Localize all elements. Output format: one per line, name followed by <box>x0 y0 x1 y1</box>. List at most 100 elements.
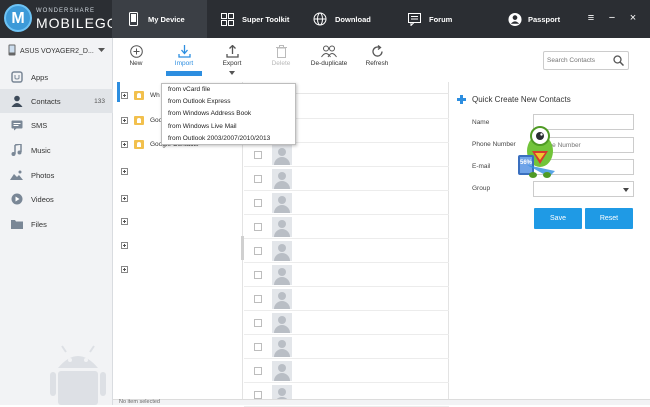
table-row[interactable] <box>244 335 449 359</box>
deduplicate-label: De-duplicate <box>310 60 348 67</box>
row-checkbox[interactable] <box>254 199 262 207</box>
table-row[interactable] <box>244 239 449 263</box>
logo-mark: M <box>4 4 32 32</box>
tab-download[interactable]: Download <box>313 0 383 38</box>
reset-button[interactable]: Reset <box>585 208 633 229</box>
group-row-collapsed[interactable] <box>121 238 128 252</box>
tab-my-device[interactable]: My Device <box>112 0 207 38</box>
export-label: Export <box>222 60 242 67</box>
expand-icon[interactable] <box>121 217 128 225</box>
sidebar-item-videos[interactable]: Videos <box>0 187 113 211</box>
row-checkbox[interactable] <box>254 391 262 399</box>
refresh-icon <box>357 42 397 60</box>
group-row-collapsed[interactable] <box>121 262 128 276</box>
delete-button[interactable]: Delete <box>261 42 301 67</box>
contact-avatar-icon <box>272 337 292 357</box>
row-checkbox[interactable] <box>254 247 262 255</box>
table-row[interactable] <box>244 263 449 287</box>
group-row[interactable]: Goo <box>121 113 162 127</box>
tab-label: Super Toolkit <box>242 14 290 24</box>
expand-icon[interactable] <box>121 241 128 249</box>
group-select[interactable] <box>533 181 634 197</box>
chevron-down-icon <box>97 47 105 55</box>
tab-super-toolkit[interactable]: Super Toolkit <box>220 0 305 38</box>
menu-item-windows-live-mail[interactable]: from Windows Live Mail <box>168 121 237 133</box>
row-checkbox[interactable] <box>254 175 262 183</box>
menu-item-outlook-2003-2013[interactable]: from Outlook 2003/2007/2010/2013 <box>168 133 270 145</box>
close-icon[interactable]: × <box>626 11 640 25</box>
tab-forum[interactable]: Forum <box>407 0 467 38</box>
group-row-collapsed[interactable] <box>121 164 128 178</box>
table-row[interactable] <box>244 215 449 239</box>
expand-icon[interactable] <box>121 265 128 273</box>
deduplicate-icon <box>307 42 351 60</box>
row-checkbox[interactable] <box>254 271 262 279</box>
sidebar-item-contacts[interactable]: Contacts 133 <box>0 89 113 113</box>
row-checkbox[interactable] <box>254 319 262 327</box>
add-icon <box>457 95 466 104</box>
sidebar-item-photos[interactable]: Photos <box>0 163 113 187</box>
deduplicate-button[interactable]: De-duplicate <box>307 42 351 67</box>
import-selected-indicator <box>166 71 202 76</box>
videos-icon <box>10 193 23 206</box>
menu-item-windows-address-book[interactable]: from Windows Address Book <box>168 108 251 120</box>
sidebar-item-apps[interactable]: Apps <box>0 65 113 89</box>
expand-icon[interactable] <box>121 140 128 148</box>
device-name: ASUS VOYAGER2_D... <box>20 47 94 55</box>
import-button[interactable]: Import <box>164 42 204 67</box>
globe-icon <box>313 12 327 26</box>
logo-product: MOBILEGO <box>36 15 119 31</box>
group-row-collapsed[interactable] <box>121 191 128 205</box>
search-icon[interactable] <box>613 55 625 67</box>
row-checkbox[interactable] <box>254 367 262 375</box>
table-row[interactable] <box>244 311 449 335</box>
expand-icon[interactable] <box>121 194 128 202</box>
table-row[interactable] <box>244 143 449 167</box>
row-checkbox[interactable] <box>254 343 262 351</box>
row-checkbox[interactable] <box>254 151 262 159</box>
forum-icon <box>407 12 421 26</box>
table-row[interactable] <box>244 287 449 311</box>
passport-button[interactable]: Passport <box>508 0 568 38</box>
sidebar-item-sms[interactable]: SMS <box>0 113 113 137</box>
export-dropdown-caret-icon[interactable] <box>229 71 235 75</box>
refresh-label: Refresh <box>365 60 389 67</box>
contact-avatar-icon <box>272 265 292 285</box>
menu-item-outlook-express[interactable]: from Outlook Express <box>168 96 231 108</box>
export-button[interactable]: Export <box>212 42 252 67</box>
contact-avatar-icon <box>272 217 292 237</box>
refresh-button[interactable]: Refresh <box>357 42 397 67</box>
menu-icon[interactable]: ≡ <box>584 11 598 25</box>
expand-icon[interactable] <box>121 167 128 175</box>
sidebar-item-music[interactable]: Music <box>0 138 113 162</box>
table-row[interactable] <box>244 359 449 383</box>
sidebar-item-label: Videos <box>31 194 54 204</box>
mascot-badge: 56% <box>520 160 533 166</box>
row-checkbox[interactable] <box>254 295 262 303</box>
android-watermark-icon <box>50 345 106 405</box>
new-button[interactable]: New <box>116 42 156 67</box>
row-checkbox[interactable] <box>254 223 262 231</box>
sidebar-item-label: Contacts <box>31 96 61 106</box>
save-button[interactable]: Save <box>534 208 582 229</box>
trash-icon <box>261 42 301 60</box>
group-row[interactable]: Wh <box>121 88 160 102</box>
device-selector[interactable]: ASUS VOYAGER2_D... <box>0 38 113 64</box>
expand-icon[interactable] <box>121 91 128 99</box>
grid-icon <box>220 12 234 26</box>
table-row[interactable] <box>244 167 449 191</box>
group-label: Wh <box>150 91 160 99</box>
menu-item-vcard[interactable]: from vCard file <box>168 84 210 96</box>
phone-label: Phone Number <box>472 141 516 148</box>
table-row[interactable] <box>244 191 449 215</box>
sidebar-item-files[interactable]: Files <box>0 212 113 236</box>
group-row-collapsed[interactable] <box>121 214 128 228</box>
mascot-icon <box>518 126 555 178</box>
search-input[interactable] <box>547 54 613 67</box>
contact-avatar-icon <box>272 361 292 381</box>
mascot-widget[interactable]: 56% <box>518 119 558 181</box>
logo-brand: WONDERSHARE <box>36 8 96 14</box>
group-folder-icon <box>134 115 144 125</box>
minimize-icon[interactable]: − <box>605 11 619 25</box>
expand-icon[interactable] <box>121 116 128 124</box>
